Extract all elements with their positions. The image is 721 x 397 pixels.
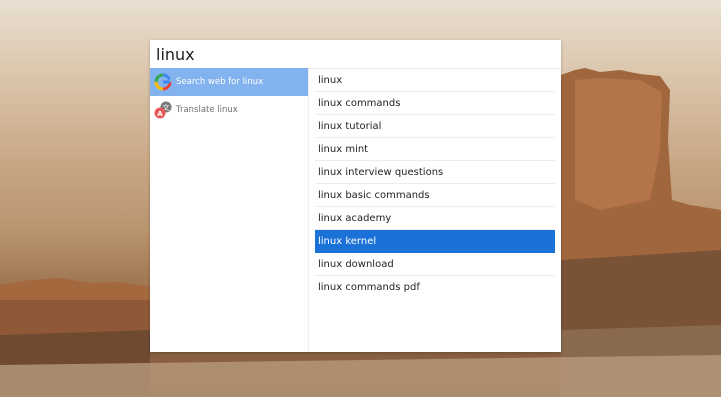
suggestion-item[interactable]: linux download — [315, 253, 555, 276]
suggestion-item[interactable]: linux interview questions — [315, 161, 555, 184]
suggestion-item-selected[interactable]: linux kernel — [315, 230, 555, 253]
suggestion-item[interactable]: linux — [315, 69, 555, 92]
suggestion-label: linux interview questions — [318, 166, 444, 178]
action-search-web-label: Search web for linux — [176, 77, 264, 87]
search-bar — [150, 40, 561, 69]
suggestion-item[interactable]: linux tutorial — [315, 115, 555, 138]
suggestion-label: linux academy — [318, 212, 392, 224]
suggestion-label: linux mint — [318, 143, 369, 155]
suggestion-label: linux tutorial — [318, 120, 382, 132]
suggestion-item[interactable]: linux academy — [315, 207, 555, 230]
launcher-window: Search web for linux 文 A Translate linux… — [150, 40, 561, 352]
action-search-web[interactable]: Search web for linux — [150, 68, 308, 96]
suggestion-label: linux — [318, 74, 343, 86]
suggestion-label: linux commands pdf — [318, 281, 420, 293]
suggestion-item[interactable]: linux mint — [315, 138, 555, 161]
search-input[interactable] — [156, 42, 551, 66]
translate-icon: 文 A — [154, 101, 172, 119]
suggestion-label: linux download — [318, 258, 394, 270]
suggestion-item[interactable]: linux basic commands — [315, 184, 555, 207]
google-icon — [154, 73, 172, 91]
svg-text:A: A — [157, 110, 163, 118]
action-list: Search web for linux 文 A Translate linux — [150, 68, 309, 352]
suggestion-label: linux kernel — [318, 235, 377, 247]
suggestion-label: linux commands — [318, 97, 401, 109]
action-translate[interactable]: 文 A Translate linux — [150, 96, 308, 124]
suggestion-item[interactable]: linux commands — [315, 92, 555, 115]
suggestion-label: linux basic commands — [318, 189, 430, 201]
suggestion-item[interactable]: linux commands pdf — [315, 276, 555, 298]
action-translate-label: Translate linux — [176, 105, 238, 115]
